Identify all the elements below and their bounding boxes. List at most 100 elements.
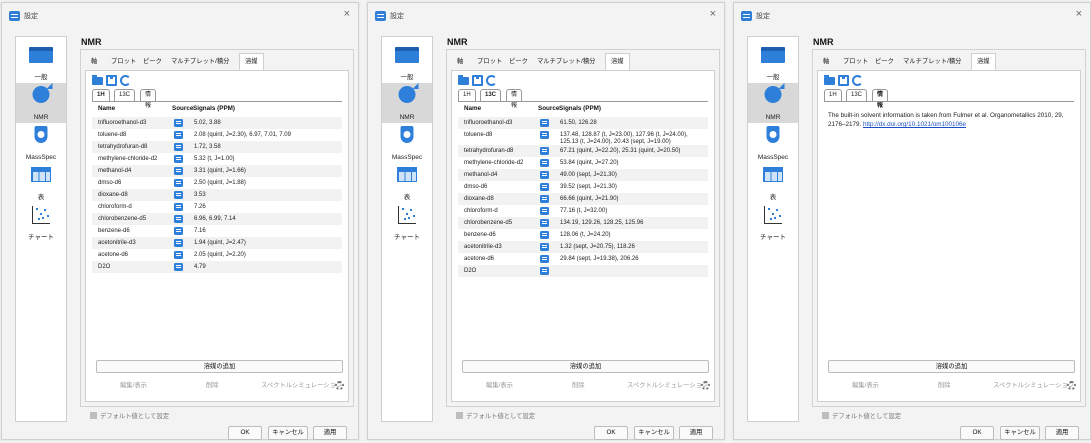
sidebar-item-nmr[interactable]: NMR xyxy=(16,83,66,123)
table-row[interactable]: trifluoroethanol-d3 61.50, 126.28 xyxy=(458,117,708,129)
tab-2[interactable]: ピーク xyxy=(875,54,894,70)
subtab-2[interactable]: 情報 xyxy=(140,89,157,109)
table-row[interactable]: benzene-d6 7.16 xyxy=(92,225,342,237)
open-folder-icon[interactable] xyxy=(92,75,103,85)
gear-icon[interactable] xyxy=(1067,381,1076,390)
spectrum-simulation-button[interactable]: スペクトルシミュレーション xyxy=(261,379,342,392)
subtab-1[interactable]: 13C xyxy=(846,89,868,101)
table-row[interactable]: methanol-d4 3.31 (quint, J=1.66) xyxy=(92,165,342,177)
ok-button[interactable]: OK xyxy=(594,426,628,440)
doi-link[interactable]: http://dx.doi.org/10.1021/om100106e xyxy=(863,121,966,128)
tab-3[interactable]: マルチプレット/積分 xyxy=(171,54,229,70)
subtab-1[interactable]: 13C xyxy=(480,89,502,101)
close-icon[interactable]: × xyxy=(1076,8,1082,20)
open-folder-icon[interactable] xyxy=(458,75,469,85)
table-row[interactable]: acetone-d6 2.05 (quint, J=2.20) xyxy=(92,249,342,261)
close-icon[interactable]: × xyxy=(344,8,350,20)
table-row[interactable]: dioxane-d8 66.66 (quint, J=21.90) xyxy=(458,193,708,205)
subtab-2[interactable]: 情報 xyxy=(506,89,523,109)
delete-button[interactable]: 削除 xyxy=(572,379,585,392)
table-row[interactable]: chlorobenzene-d5 134.19, 129.26, 128.25, … xyxy=(458,217,708,229)
close-icon[interactable]: × xyxy=(710,8,716,20)
sidebar-item-massspec[interactable]: MassSpec xyxy=(748,123,798,163)
table-row[interactable]: dioxane-d8 3.53 xyxy=(92,189,342,201)
sidebar-item-表[interactable]: 表 xyxy=(382,163,432,203)
sidebar-item-表[interactable]: 表 xyxy=(748,163,798,203)
table-row[interactable]: D2O 4.79 xyxy=(92,261,342,273)
sidebar-item-nmr[interactable]: NMR xyxy=(382,83,432,123)
table-row[interactable]: methylene-chloride-d2 53.84 (quint, J=27.… xyxy=(458,157,708,169)
tab-1[interactable]: プロット xyxy=(477,54,502,70)
table-row[interactable]: chloroform-d 77.16 (t, J=32.00) xyxy=(458,205,708,217)
tab-0[interactable]: 軸 xyxy=(823,54,829,70)
edit-view-button[interactable]: 編集/表示 xyxy=(486,379,513,392)
sidebar-item-チャート[interactable]: チャート xyxy=(748,203,798,243)
table-row[interactable]: D2O xyxy=(458,265,708,277)
table-row[interactable]: chloroform-d 7.26 xyxy=(92,201,342,213)
tab-1[interactable]: プロット xyxy=(111,54,136,70)
sidebar-item-一般[interactable]: 一般 xyxy=(16,43,66,83)
checkbox-box[interactable] xyxy=(90,412,97,419)
default-checkbox[interactable]: デフォルト値として設定 xyxy=(822,411,901,420)
apply-button[interactable]: 適用 xyxy=(1045,426,1079,440)
apply-button[interactable]: 適用 xyxy=(313,426,347,440)
table-row[interactable]: tetrahydrofuran-d8 67.21 (quint, J=22.20)… xyxy=(458,145,708,157)
tab-0[interactable]: 軸 xyxy=(457,54,463,70)
delete-button[interactable]: 削除 xyxy=(938,379,951,392)
sidebar-item-チャート[interactable]: チャート xyxy=(16,203,66,243)
save-icon[interactable] xyxy=(472,75,483,86)
open-folder-icon[interactable] xyxy=(824,75,835,85)
tab-3[interactable]: マルチプレット/積分 xyxy=(903,54,961,70)
checkbox-box[interactable] xyxy=(456,412,463,419)
table-row[interactable]: acetonitrile-d3 1.94 (quint, J=2.47) xyxy=(92,237,342,249)
table-row[interactable]: benzene-d6 128.06 (t, J=24.20) xyxy=(458,229,708,241)
save-icon[interactable] xyxy=(838,75,849,86)
ok-button[interactable]: OK xyxy=(960,426,994,440)
tab-2[interactable]: ピーク xyxy=(509,54,528,70)
sidebar-item-一般[interactable]: 一般 xyxy=(748,43,798,83)
sidebar-item-nmr[interactable]: NMR xyxy=(748,83,798,123)
default-checkbox[interactable]: デフォルト値として設定 xyxy=(456,411,535,420)
table-row[interactable]: tetrahydrofuran-d8 1.72, 3.58 xyxy=(92,141,342,153)
sidebar-item-表[interactable]: 表 xyxy=(16,163,66,203)
cancel-button[interactable]: キャンセル xyxy=(268,426,308,440)
default-checkbox[interactable]: デフォルト値として設定 xyxy=(90,411,169,420)
tab-1[interactable]: プロット xyxy=(843,54,868,70)
reload-icon[interactable] xyxy=(852,75,863,86)
reload-icon[interactable] xyxy=(486,75,497,86)
ok-button[interactable]: OK xyxy=(228,426,262,440)
tab-2[interactable]: ピーク xyxy=(143,54,162,70)
cancel-button[interactable]: キャンセル xyxy=(634,426,674,440)
edit-view-button[interactable]: 編集/表示 xyxy=(120,379,147,392)
table-row[interactable]: toluene-d8 2.08 (quint, J=2.30), 6.97, 7.… xyxy=(92,129,342,141)
spectrum-simulation-button[interactable]: スペクトルシミュレーション xyxy=(993,379,1074,392)
add-solvent-button[interactable]: 溶媒の追加 xyxy=(462,360,709,373)
tab-3[interactable]: マルチプレット/積分 xyxy=(537,54,595,70)
sidebar-item-massspec[interactable]: MassSpec xyxy=(382,123,432,163)
table-row[interactable]: acetonitrile-d3 1.32 (sept, J=20.75), 118… xyxy=(458,241,708,253)
reload-icon[interactable] xyxy=(120,75,131,86)
checkbox-box[interactable] xyxy=(822,412,829,419)
sidebar-item-massspec[interactable]: MassSpec xyxy=(16,123,66,163)
table-row[interactable]: dmso-d6 39.52 (sept, J=21.30) xyxy=(458,181,708,193)
tab-4[interactable]: 溶媒 xyxy=(239,53,264,70)
table-row[interactable]: chlorobenzene-d5 6.96, 6.99, 7.14 xyxy=(92,213,342,225)
delete-button[interactable]: 削除 xyxy=(206,379,219,392)
sidebar-item-チャート[interactable]: チャート xyxy=(382,203,432,243)
table-row[interactable]: acetone-d6 29.84 (sept, J=19.38), 206.26 xyxy=(458,253,708,265)
add-solvent-button[interactable]: 溶媒の追加 xyxy=(96,360,343,373)
spectrum-simulation-button[interactable]: スペクトルシミュレーション xyxy=(627,379,708,392)
save-icon[interactable] xyxy=(106,75,117,86)
cancel-button[interactable]: キャンセル xyxy=(1000,426,1040,440)
tab-4[interactable]: 溶媒 xyxy=(971,53,996,70)
tab-0[interactable]: 軸 xyxy=(91,54,97,70)
subtab-1[interactable]: 13C xyxy=(114,89,136,101)
gear-icon[interactable] xyxy=(701,381,710,390)
tab-4[interactable]: 溶媒 xyxy=(605,53,630,70)
table-row[interactable]: methylene-chloride-d2 5.32 (t, J=1.00) xyxy=(92,153,342,165)
subtab-2[interactable]: 情報 xyxy=(872,89,889,109)
edit-view-button[interactable]: 編集/表示 xyxy=(852,379,879,392)
table-row[interactable]: dmso-d6 2.50 (quint, J=1.88) xyxy=(92,177,342,189)
table-row[interactable]: methanol-d4 49.00 (sept, J=21.30) xyxy=(458,169,708,181)
subtab-0[interactable]: 1H xyxy=(824,89,842,101)
